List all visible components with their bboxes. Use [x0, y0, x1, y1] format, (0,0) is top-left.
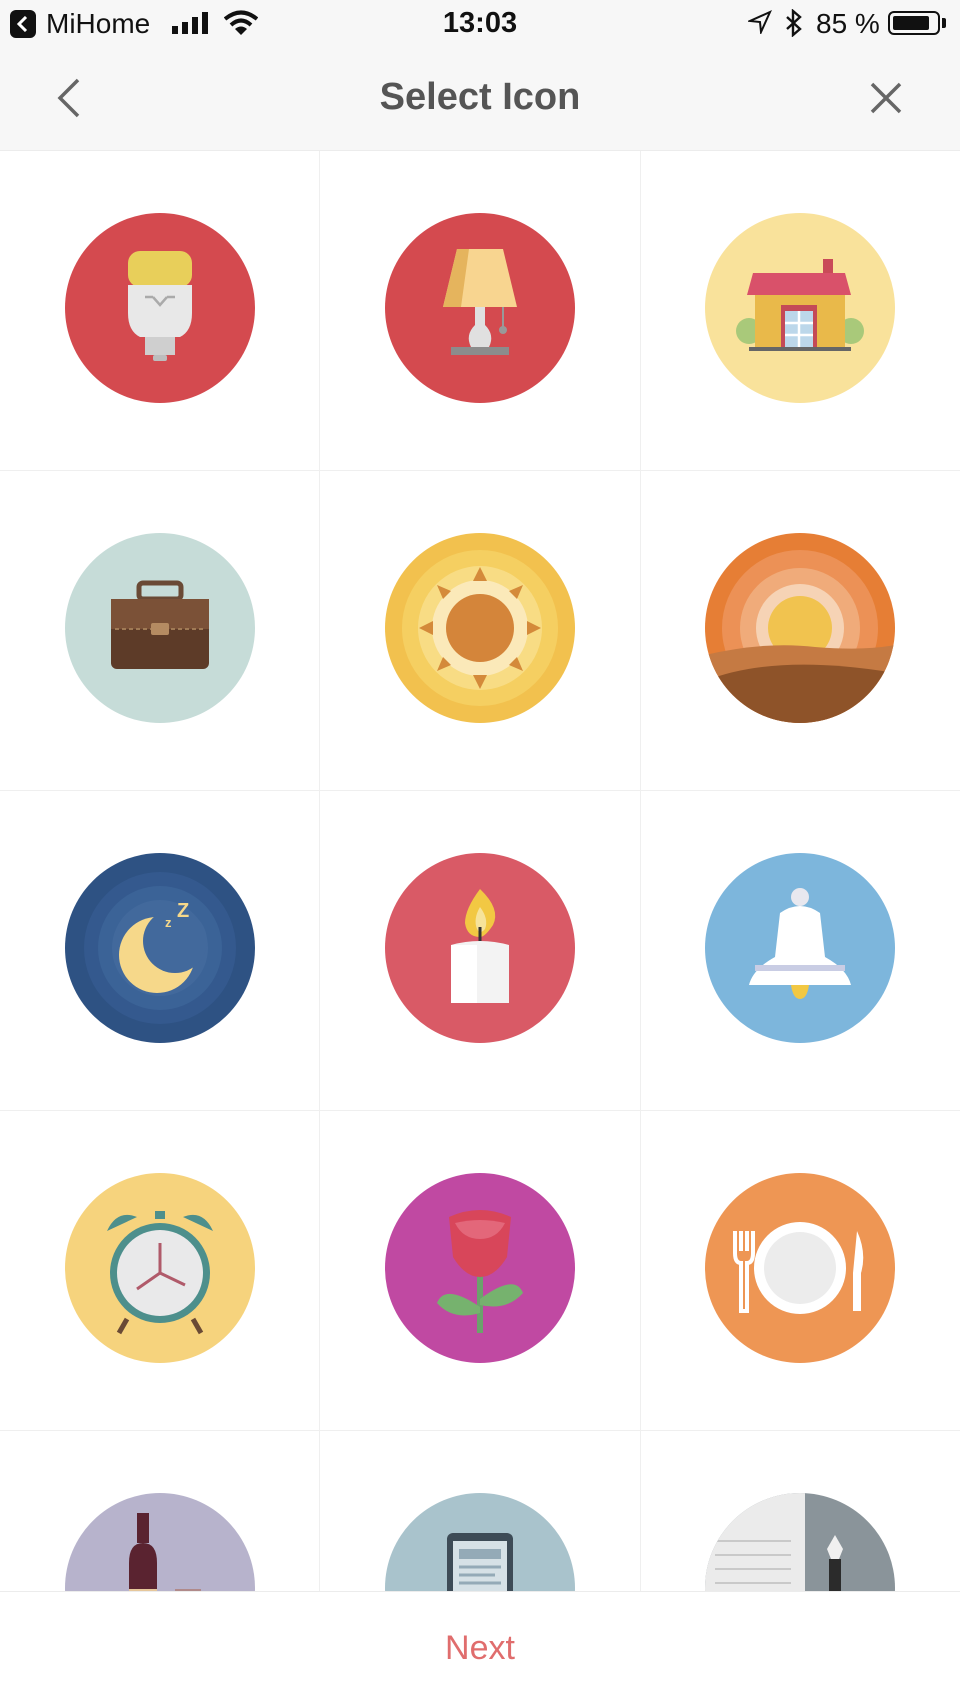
close-button[interactable] — [864, 76, 908, 120]
candle-icon — [385, 853, 575, 1043]
light-bulb-icon — [65, 213, 255, 403]
icon-option-dinner[interactable] — [640, 1111, 960, 1431]
icon-option-table-lamp[interactable] — [320, 151, 640, 471]
icon-option-moon[interactable]: Z z — [0, 791, 320, 1111]
wine-icon — [65, 1493, 255, 1591]
alarm-clock-icon — [65, 1173, 255, 1363]
location-arrow-icon — [746, 10, 772, 39]
bluetooth-icon — [785, 8, 803, 42]
icon-option-wine[interactable] — [0, 1431, 320, 1591]
briefcase-icon — [65, 533, 255, 723]
e-reader-icon — [385, 1493, 575, 1591]
battery-icon — [888, 11, 940, 35]
battery-percentage: 85 % — [816, 8, 880, 39]
page-title: Select Icon — [379, 76, 581, 118]
icon-option-briefcase[interactable] — [0, 471, 320, 791]
dinner-plate-icon — [705, 1173, 895, 1363]
close-icon — [870, 82, 902, 114]
bell-icon — [705, 853, 895, 1043]
navigation-bar: Select Icon — [0, 48, 960, 151]
icon-option-sun[interactable] — [320, 471, 640, 791]
rose-icon — [385, 1173, 575, 1363]
icon-option-candle[interactable] — [320, 791, 640, 1111]
icon-option-rose[interactable] — [320, 1111, 640, 1431]
battery-tip — [942, 18, 946, 28]
icon-option-house[interactable] — [640, 151, 960, 471]
icon-option-notebook[interactable] — [640, 1431, 960, 1591]
icon-option-light-bulb[interactable] — [0, 151, 320, 471]
status-bar: MiHome 13:03 85 % — [0, 0, 960, 48]
next-button[interactable]: Next — [380, 1618, 580, 1678]
svg-text:z: z — [165, 915, 172, 930]
icon-option-bell[interactable] — [640, 791, 960, 1111]
notebook-pen-icon — [705, 1493, 895, 1591]
table-lamp-icon — [385, 213, 575, 403]
icon-option-alarm-clock[interactable] — [0, 1111, 320, 1431]
icon-grid: Z z — [0, 151, 960, 1591]
footer-bar: Next — [0, 1591, 960, 1708]
sun-icon — [385, 533, 575, 723]
icon-option-sunset[interactable] — [640, 471, 960, 791]
svg-text:Z: Z — [177, 900, 189, 922]
house-icon — [705, 213, 895, 403]
moon-sleep-icon: Z z — [65, 853, 255, 1043]
icon-option-e-reader[interactable] — [320, 1431, 640, 1591]
sunset-icon — [705, 533, 895, 723]
